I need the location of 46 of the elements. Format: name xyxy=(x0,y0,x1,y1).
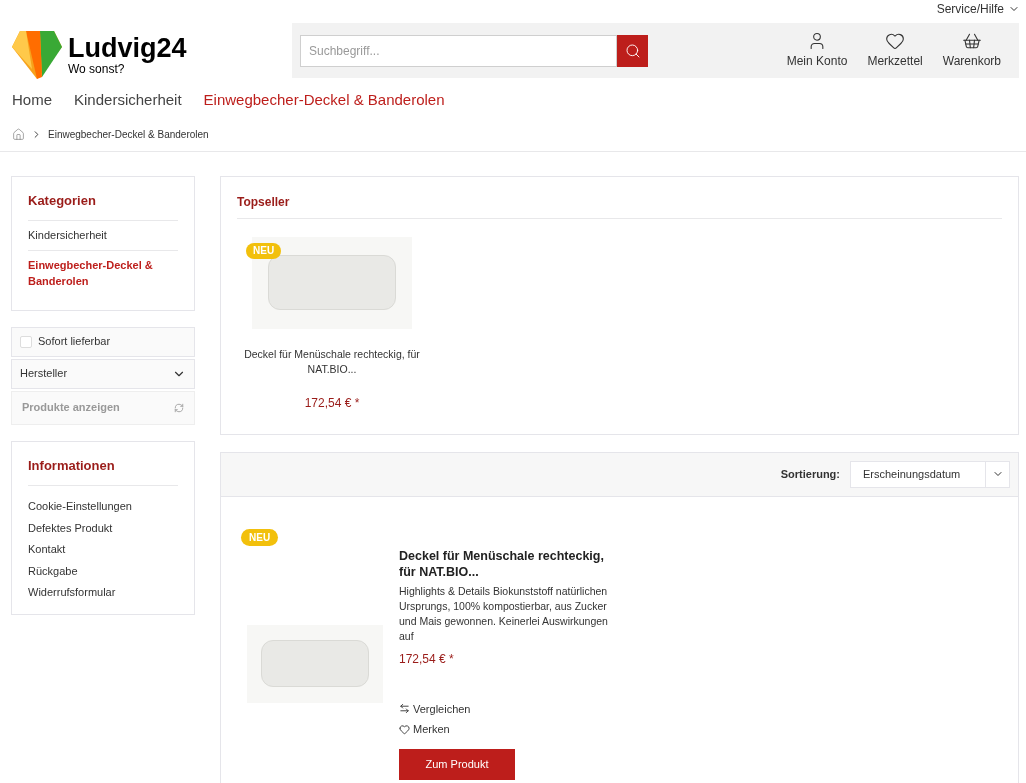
nav-link[interactable]: Home xyxy=(12,89,52,112)
breadcrumb-link[interactable]: Einwegbecher-Deckel & Banderolen xyxy=(48,127,209,142)
section-title: Topseller xyxy=(237,192,1002,219)
header-action[interactable]: Mein Konto xyxy=(776,31,858,70)
info-link[interactable]: Kontakt xyxy=(28,539,178,561)
remember-label: Merken xyxy=(413,722,450,737)
heart-icon xyxy=(885,31,906,51)
product-name[interactable]: Deckel für Menüschale rechteckig, für NAT.BIO... xyxy=(237,346,427,377)
info-link[interactable]: Rückgabe xyxy=(28,560,178,582)
sort-label: Sortierung: xyxy=(780,466,840,482)
info-link[interactable]: Cookie-Einstellungen xyxy=(28,496,178,518)
category-link[interactable]: Kindersicherheit xyxy=(28,221,178,251)
service-menu[interactable]: Service/Hilfe xyxy=(936,0,1020,18)
search-button[interactable] xyxy=(617,34,648,67)
info-link[interactable]: Widerrufsformular xyxy=(28,582,178,604)
checkbox[interactable] xyxy=(20,335,32,348)
compare-link[interactable]: Vergleichen xyxy=(399,700,471,717)
remember-link[interactable]: Merken xyxy=(399,721,450,738)
info-link[interactable]: Defektes Produkt xyxy=(28,517,178,539)
product-title[interactable]: Deckel für Menüschale rechteckig, für NAT.BIO... xyxy=(399,547,611,580)
search-field[interactable]: Suchbegriff... xyxy=(300,34,617,67)
sort-dropdown[interactable]: Erscheinungsdatum xyxy=(850,460,1010,488)
heart-icon xyxy=(399,723,410,735)
nav-link[interactable]: Kindersicherheit xyxy=(74,89,182,112)
header-action[interactable]: Warenkorb xyxy=(932,31,1011,70)
arrows-icon xyxy=(399,703,410,715)
product-price: 172,54 € * xyxy=(399,650,454,668)
manufacturer-dropdown[interactable]: Hersteller xyxy=(11,358,195,389)
category-link[interactable]: Einwegbecher-Deckel & Banderolen xyxy=(28,250,178,296)
instock-filter[interactable]: Sofort lieferbar xyxy=(11,326,195,357)
refresh-icon xyxy=(174,402,184,413)
panel-title: Kategorien xyxy=(28,190,178,221)
compare-label: Vergleichen xyxy=(413,701,471,717)
nav-link[interactable]: Einwegbecher-Deckel & Banderolen xyxy=(203,89,445,112)
diamond-logo-icon xyxy=(12,29,62,79)
new-badge: NEU xyxy=(241,528,279,546)
search-icon xyxy=(624,42,641,59)
product-button[interactable]: Zum Produkt xyxy=(399,748,515,780)
product-price: 172,54 € * xyxy=(304,394,360,412)
logo-tagline: Wo sonst? xyxy=(68,63,125,75)
logo-wordmark: Ludvig24 xyxy=(68,33,187,63)
home-icon[interactable] xyxy=(12,128,25,141)
basket-icon xyxy=(961,31,982,51)
header-action[interactable]: Merkzettel xyxy=(857,31,933,70)
product-description: Highlights & Details Biokunststoff natürlichen Ursprungs, 100% kompostierbar, aus Zucker und Mais gewonnen. Keinerlei Auswirkungen auf xyxy=(399,583,609,644)
panel-title: Informationen xyxy=(28,455,178,486)
